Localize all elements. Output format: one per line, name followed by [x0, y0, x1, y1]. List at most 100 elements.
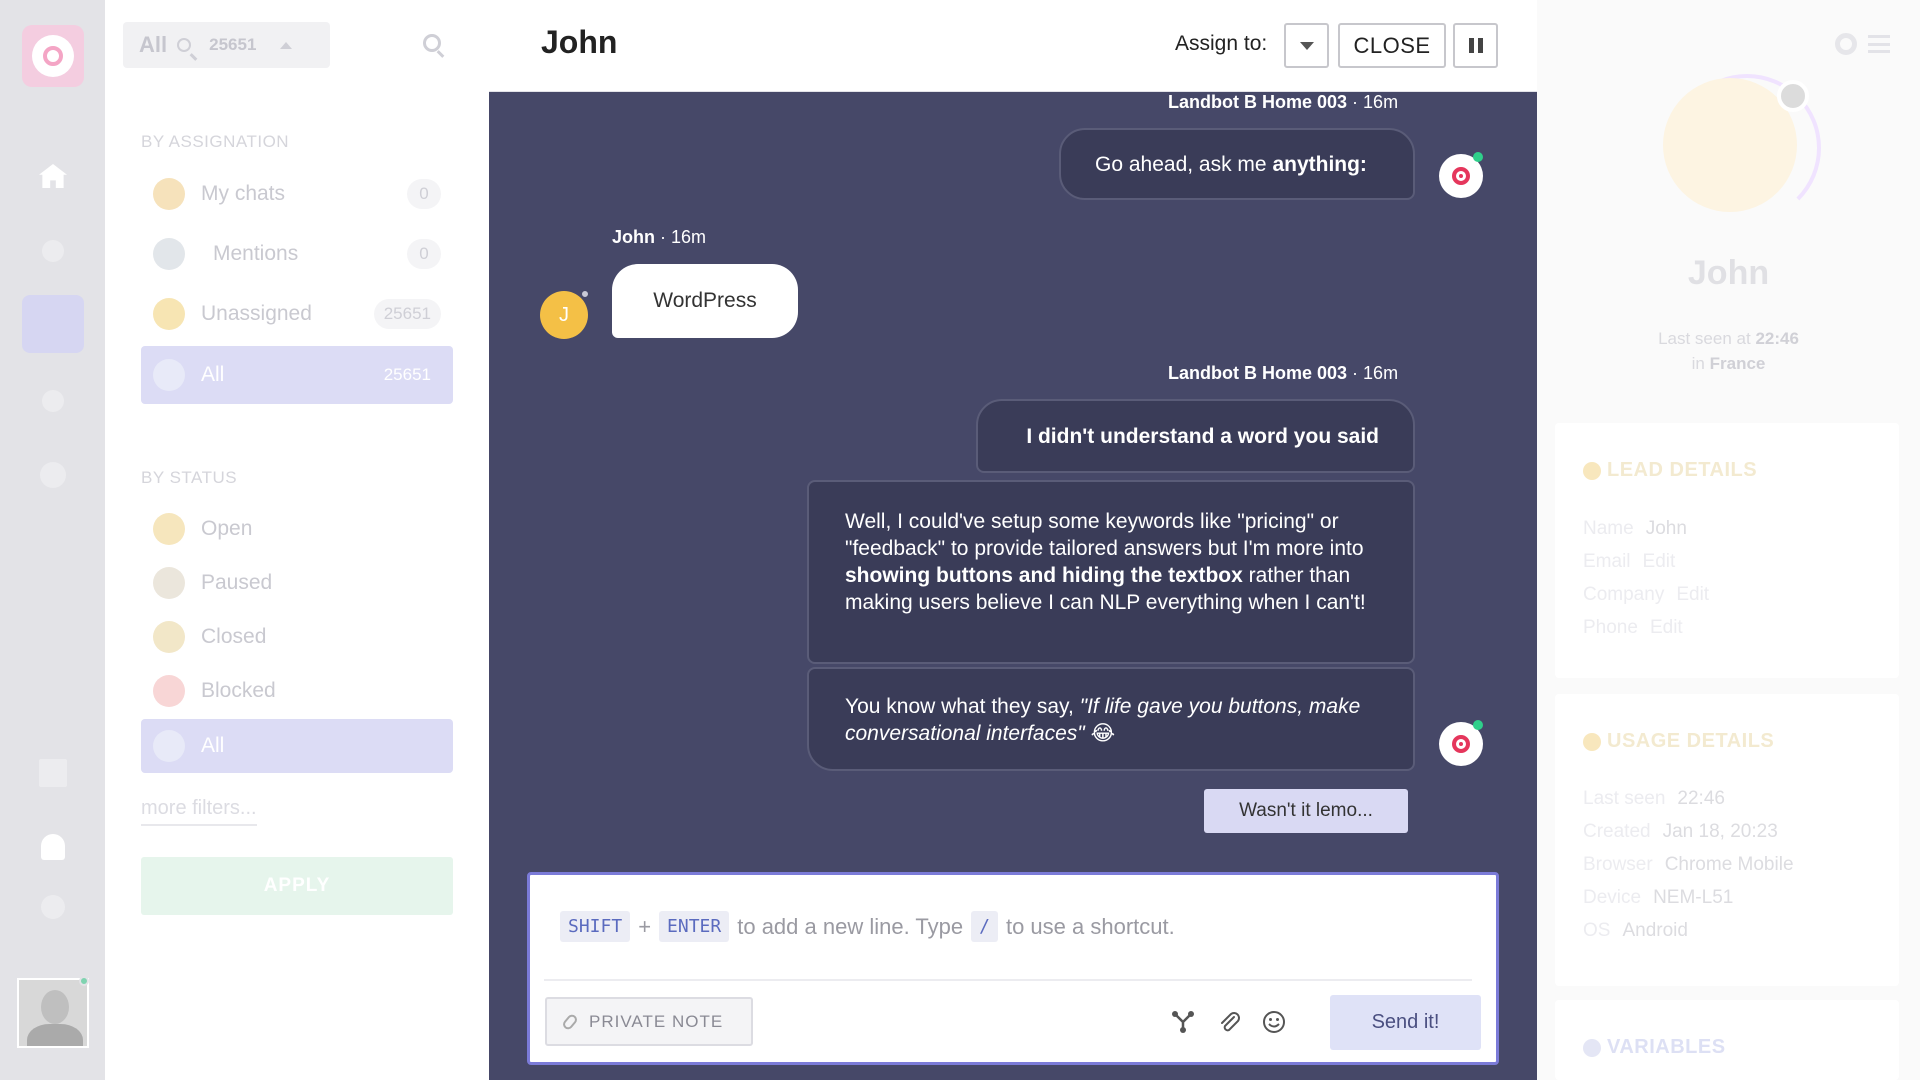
status-dot: [1777, 80, 1809, 112]
field-key: Company: [1583, 584, 1665, 605]
filter-status-all[interactable]: All: [141, 719, 453, 773]
profile-panel: John Last seen at 22:46 in France LEAD D…: [1537, 0, 1920, 1080]
message-meta: Landbot B Home 003 · 16m: [1168, 92, 1398, 113]
avatar-initial: J: [559, 303, 569, 326]
close-button[interactable]: CLOSE: [1338, 23, 1446, 68]
more-filters-link[interactable]: more filters...: [141, 797, 257, 826]
lock-icon: [153, 621, 185, 653]
settings-icon[interactable]: [22, 878, 84, 936]
home-icon[interactable]: [22, 147, 84, 205]
flow-icon[interactable]: [1170, 1009, 1196, 1035]
assign-label: Assign to:: [1175, 32, 1268, 55]
field-value: Chrome Mobile: [1664, 854, 1794, 875]
pause-icon: [1468, 38, 1474, 53]
filter-my-chats[interactable]: My chats 0: [141, 168, 453, 220]
lead-row-name: Name John: [1583, 518, 1687, 540]
gear-icon[interactable]: [1835, 33, 1857, 55]
filter-label: Open: [201, 517, 253, 540]
bell-icon[interactable]: [22, 818, 84, 876]
filters-panel: All 25651 BY ASSIGNATION My chats 0 Ment…: [105, 0, 489, 1080]
message-text-bold: anything:: [1272, 153, 1367, 176]
filter-mentions[interactable]: Mentions 0: [141, 228, 453, 280]
prohibited-icon: [153, 675, 185, 707]
filter-open[interactable]: Open: [141, 503, 453, 555]
scope-count: 25651: [209, 35, 257, 54]
pie-chart-icon[interactable]: [22, 446, 84, 504]
filter-blocked[interactable]: Blocked: [141, 665, 453, 717]
field-key: OS: [1583, 920, 1611, 941]
menu-icon[interactable]: [1868, 35, 1890, 53]
lead-details-card: LEAD DETAILS Name John Email Edit Company E…: [1555, 423, 1899, 678]
field-value: NEM-L51: [1653, 887, 1734, 908]
private-note-button[interactable]: PRIVATE NOTE: [545, 997, 753, 1046]
filter-paused[interactable]: Paused: [141, 557, 453, 609]
crying-face-icon: [153, 298, 185, 330]
field-value: Jan 18, 20:23: [1662, 821, 1778, 842]
message-time: · 16m: [1352, 363, 1399, 383]
field-key: Created: [1583, 821, 1651, 842]
chevron-down-icon: [1299, 41, 1314, 50]
sender-name: Landbot B Home 003: [1168, 92, 1348, 112]
last-seen-time: 22:46: [1755, 329, 1799, 348]
pencil-icon: [561, 1012, 579, 1031]
scope-selector[interactable]: All 25651: [123, 22, 330, 68]
field-key: Phone: [1583, 617, 1638, 638]
usage-row: OS Android: [1583, 920, 1688, 942]
location-prefix: in: [1691, 354, 1705, 373]
agent-avatar[interactable]: [17, 978, 89, 1048]
private-note-label: PRIVATE NOTE: [589, 1011, 724, 1031]
usage-row: Last seen 22:46: [1583, 788, 1725, 810]
filter-label: All: [201, 734, 225, 757]
message-time: · 16m: [660, 227, 707, 247]
field-value: Android: [1622, 920, 1688, 941]
search-icon[interactable]: [423, 34, 441, 52]
quick-reply-button[interactable]: Wasn't it lemo...: [1204, 789, 1408, 833]
online-status-dot: [1473, 152, 1483, 162]
user-message-bubble: WordPress: [612, 264, 798, 338]
chevron-up-icon: [280, 41, 293, 49]
location: France: [1709, 354, 1766, 373]
message-meta: Landbot B Home 003 · 16m: [1168, 363, 1398, 384]
edit-link[interactable]: Edit: [1676, 584, 1709, 605]
filter-closed[interactable]: Closed: [141, 611, 453, 663]
field-value: 22:46: [1677, 788, 1725, 809]
user-add-icon[interactable]: [22, 222, 84, 280]
magnifier-icon: [153, 359, 185, 391]
filter-unassigned[interactable]: Unassigned 25651: [141, 288, 453, 340]
robot-icon[interactable]: [22, 372, 84, 430]
apps-icon[interactable]: [22, 744, 84, 802]
magnifier-icon: [153, 730, 185, 762]
hourglass-icon: [153, 567, 185, 599]
chat-icon[interactable]: [22, 295, 539, 411]
last-seen-text: Last seen at 22:46 in France: [1537, 326, 1920, 376]
edit-link[interactable]: Edit: [1650, 617, 1683, 638]
card-title-text: VARIABLES: [1607, 1036, 1726, 1058]
filter-assignation-all[interactable]: All 25651: [141, 346, 453, 404]
bellhop-bell-icon: [153, 513, 185, 545]
shift-key: SHIFT: [560, 911, 631, 942]
conversation-title: John: [541, 24, 618, 60]
by-status-title: BY STATUS: [141, 468, 238, 487]
lead-row-phone: Phone Edit: [1583, 617, 1683, 639]
filter-label: Paused: [201, 571, 273, 594]
bot-message-bubble: Well, I could've setup some keywords lik…: [807, 480, 1415, 664]
apply-button[interactable]: APPLY: [141, 857, 453, 915]
assign-dropdown[interactable]: [1284, 23, 1329, 68]
usage-details-card: USAGE DETAILS Last seen 22:46 Created Jan …: [1555, 694, 1899, 986]
message-text: Well, I could've setup some keywords lik…: [845, 510, 1364, 560]
app-logo[interactable]: [22, 25, 84, 87]
search-icon: [177, 38, 192, 52]
edit-link[interactable]: Edit: [1643, 551, 1676, 572]
user-avatar: J: [540, 289, 590, 339]
filter-label: Blocked: [201, 679, 276, 702]
message-composer[interactable]: SHIFT + ENTER to add a new line. Type / …: [527, 872, 1499, 1065]
send-button[interactable]: Send it!: [1330, 995, 1481, 1050]
face-icon: [1583, 461, 1601, 480]
usage-row: Device NEM-L51: [1583, 887, 1733, 909]
emoji-icon[interactable]: [1261, 1009, 1287, 1035]
attachment-icon[interactable]: [1216, 1009, 1242, 1035]
message-text: I didn't understand a word you said: [1026, 425, 1379, 448]
filter-label: My chats: [201, 182, 286, 205]
pause-button[interactable]: [1453, 23, 1498, 68]
enter-key: ENTER: [659, 911, 730, 942]
